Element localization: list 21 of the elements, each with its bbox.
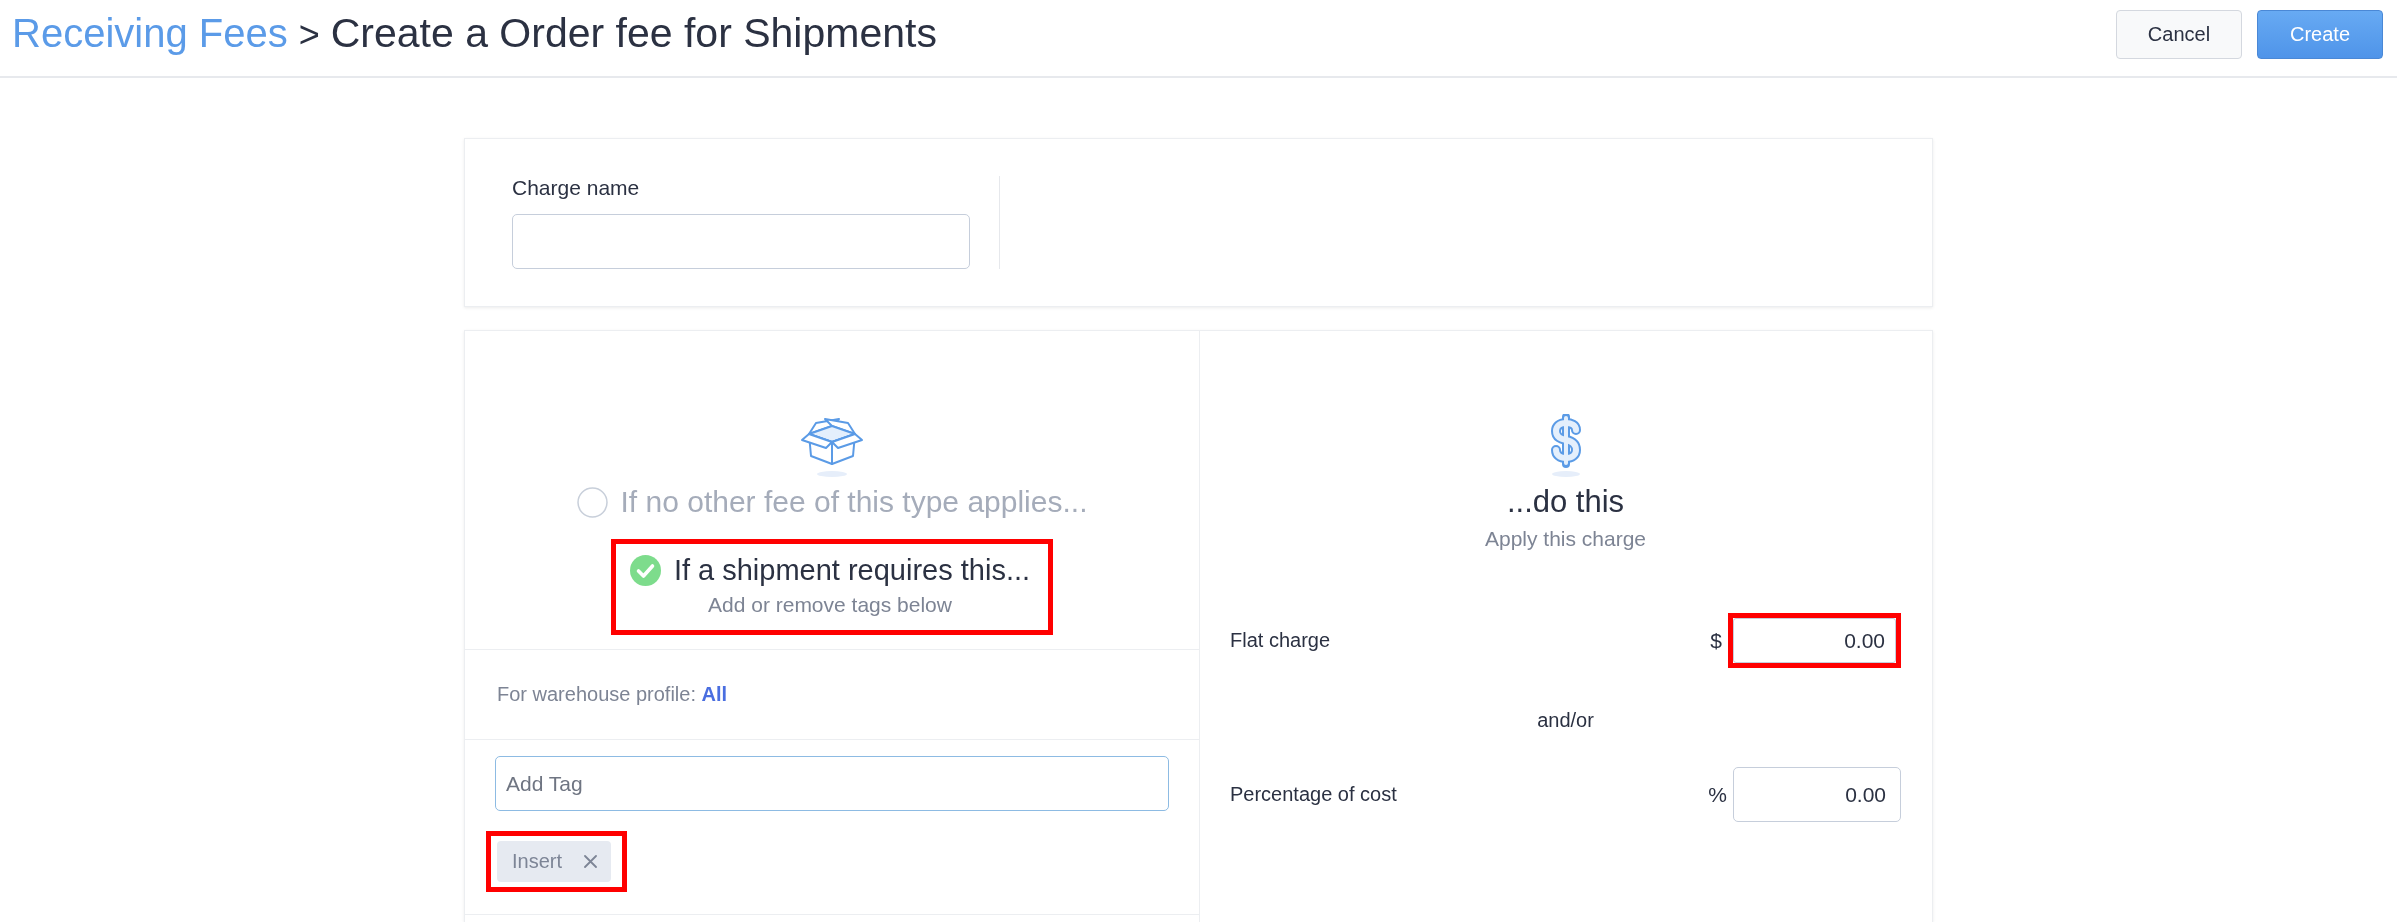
amount-input[interactable]: 0.00 <box>1733 767 1901 822</box>
add-tag-input[interactable]: Add Tag <box>495 756 1169 811</box>
cancel-button[interactable]: Cancel <box>2116 9 2242 59</box>
action-subtitle: Apply this charge <box>1484 527 1647 550</box>
breadcrumb-separator: > <box>298 13 320 57</box>
field-label: Charge name <box>512 176 640 200</box>
separator-text: and/or <box>1537 709 1594 732</box>
tag-label: Insert <box>512 850 563 873</box>
condition-option[interactable]: If a shipment requires this... <box>629 554 1031 586</box>
warehouse-profile-text: For warehouse profile: All <box>497 683 728 706</box>
amount-input[interactable]: 0.00 <box>1733 618 1896 663</box>
action-title: ...do this <box>1506 486 1625 518</box>
close-icon[interactable] <box>584 855 598 868</box>
field-label: Flat charge <box>1230 629 1332 652</box>
option-hint: Add or remove tags below <box>708 593 952 616</box>
unit-label: % <box>1708 782 1727 807</box>
field-label: Percentage of cost <box>1230 783 1398 806</box>
charge-name-input[interactable] <box>512 214 970 269</box>
profile-link[interactable]: All <box>701 683 728 705</box>
unit-label: $ <box>1710 628 1722 653</box>
page-title: Create a Order fee for Shipments <box>330 9 937 57</box>
